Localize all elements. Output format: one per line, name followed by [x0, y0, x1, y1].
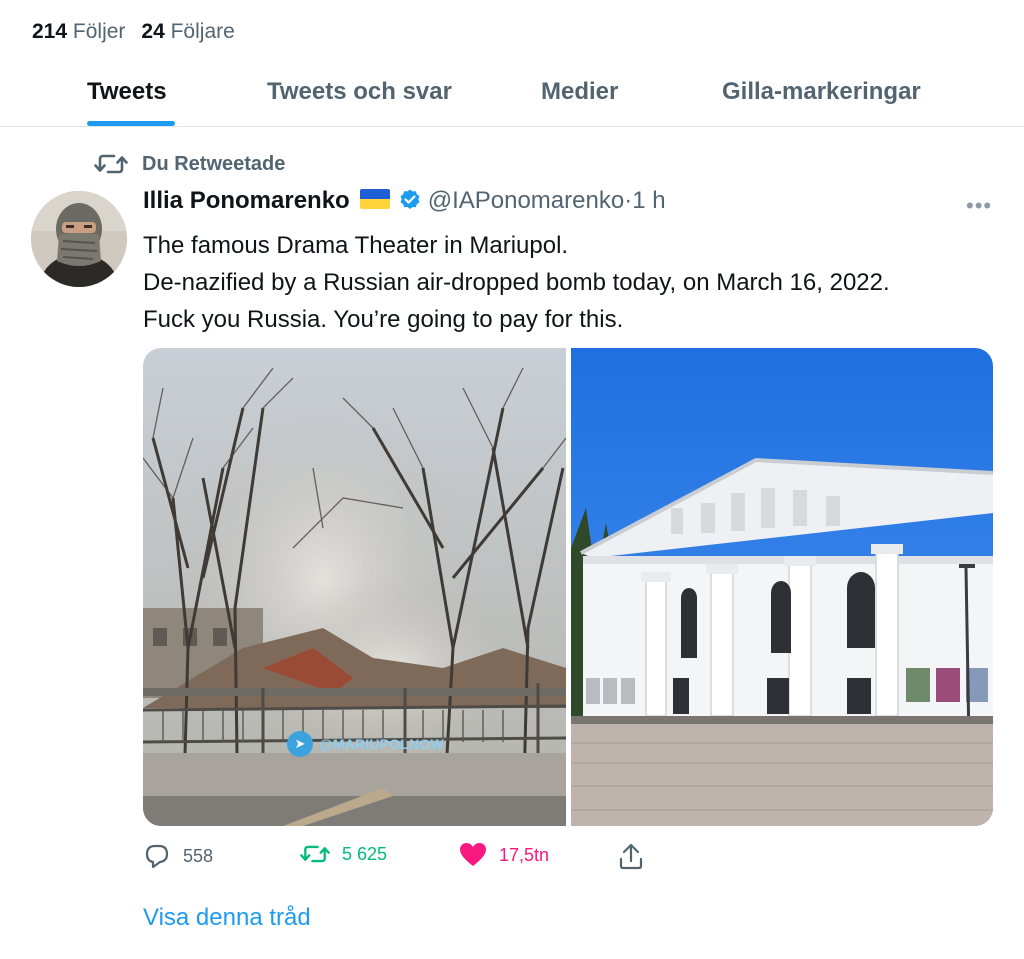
tweet-text: The famous Drama Theater in Mariupol. De… [143, 227, 1003, 338]
reply-icon [145, 844, 169, 869]
ukraine-flag-icon [359, 189, 390, 209]
retweet-button[interactable]: 5 625 [300, 842, 387, 866]
tab-tweets-and-replies[interactable]: Tweets och svar [267, 78, 452, 106]
verified-badge-icon [398, 188, 422, 219]
tweet-header: Illia Ponomarenko @IAPonomarenko·1 h [143, 187, 666, 219]
tab-media[interactable]: Medier [541, 78, 618, 106]
show-thread-link[interactable]: Visa denna tråd [143, 904, 311, 932]
following-count: 214 [32, 20, 68, 43]
telegram-icon: ➤ [287, 731, 313, 757]
more-options-icon[interactable]: ••• [966, 193, 992, 219]
retweet-context-label: Du Retweetade [142, 153, 286, 175]
like-button[interactable]: 17,5tn [459, 842, 549, 868]
tab-likes[interactable]: Gilla-markeringar [722, 78, 921, 106]
tweet-text-line: De-nazified by a Russian air-dropped bom… [143, 269, 890, 296]
share-button[interactable] [618, 842, 644, 870]
avatar[interactable] [31, 191, 127, 287]
retweet-context[interactable]: Du Retweetade [94, 152, 285, 176]
media-photo-theater[interactable] [571, 348, 993, 826]
tab-tweets[interactable]: Tweets [87, 78, 167, 106]
following-link[interactable]: 214 Följer [32, 20, 125, 43]
tweet-time[interactable]: 1 h [632, 187, 665, 214]
follow-stats: 214 Följer 24 Följare [32, 20, 235, 44]
tweet-media: ➤ @MARIUPOLNOW [143, 348, 993, 826]
followers-link[interactable]: 24 Följare [141, 20, 234, 43]
author-handle[interactable]: @IAPonomarenko [428, 187, 624, 214]
followers-label: Följare [170, 20, 235, 43]
following-label: Följer [72, 20, 126, 43]
heart-icon [460, 843, 486, 866]
reply-button[interactable]: 558 [143, 842, 213, 870]
retweet-icon [300, 845, 330, 863]
retweet-count: 5 625 [342, 843, 388, 864]
profile-tabs: Tweets Tweets och svar Medier Gilla-mark… [0, 64, 1024, 127]
active-tab-indicator [87, 121, 175, 126]
separator: · [624, 187, 633, 214]
watermark: ➤ @MARIUPOLNOW [287, 731, 444, 757]
watermark-label: @MARIUPOLNOW [319, 736, 444, 752]
tweet-text-line: Fuck you Russia. You’re going to pay for… [143, 306, 624, 333]
followers-count: 24 [141, 20, 165, 43]
retweet-icon [94, 154, 128, 174]
media-photo-explosion[interactable]: ➤ @MARIUPOLNOW [143, 348, 566, 826]
share-icon [619, 843, 643, 870]
author-name[interactable]: Illia Ponomarenko [143, 187, 350, 214]
reply-count: 558 [183, 845, 214, 866]
tweet-actions: 558 5 625 17,5tn [143, 842, 663, 874]
tweet-text-line: The famous Drama Theater in Mariupol. [143, 232, 569, 259]
like-count: 17,5tn [499, 844, 550, 865]
